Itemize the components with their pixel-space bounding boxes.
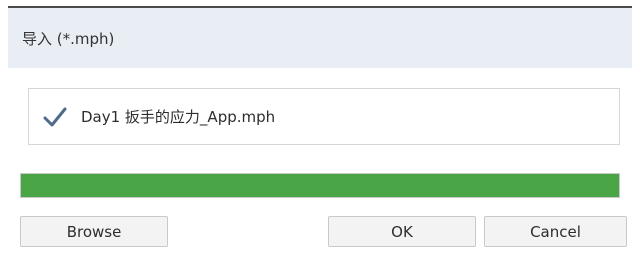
cancel-button[interactable]: Cancel — [484, 216, 627, 247]
browse-button[interactable]: Browse — [20, 216, 168, 247]
import-dialog: 导入 (*.mph) Day1 扳手的应力_App.mph Browse OK … — [0, 0, 632, 258]
file-panel: Day1 扳手的应力_App.mph — [28, 88, 620, 145]
progress-bar — [20, 173, 620, 198]
cancel-button-label: Cancel — [530, 222, 581, 241]
progress-bar-fill — [21, 174, 619, 197]
dialog-title-bar: 导入 (*.mph) — [8, 8, 632, 68]
checkmark-icon — [41, 105, 69, 129]
ok-button-label: OK — [391, 222, 413, 241]
ok-button[interactable]: OK — [328, 216, 476, 247]
file-name: Day1 扳手的应力_App.mph — [81, 108, 276, 126]
dialog-title: 导入 (*.mph) — [22, 29, 115, 48]
browse-button-label: Browse — [66, 222, 122, 241]
